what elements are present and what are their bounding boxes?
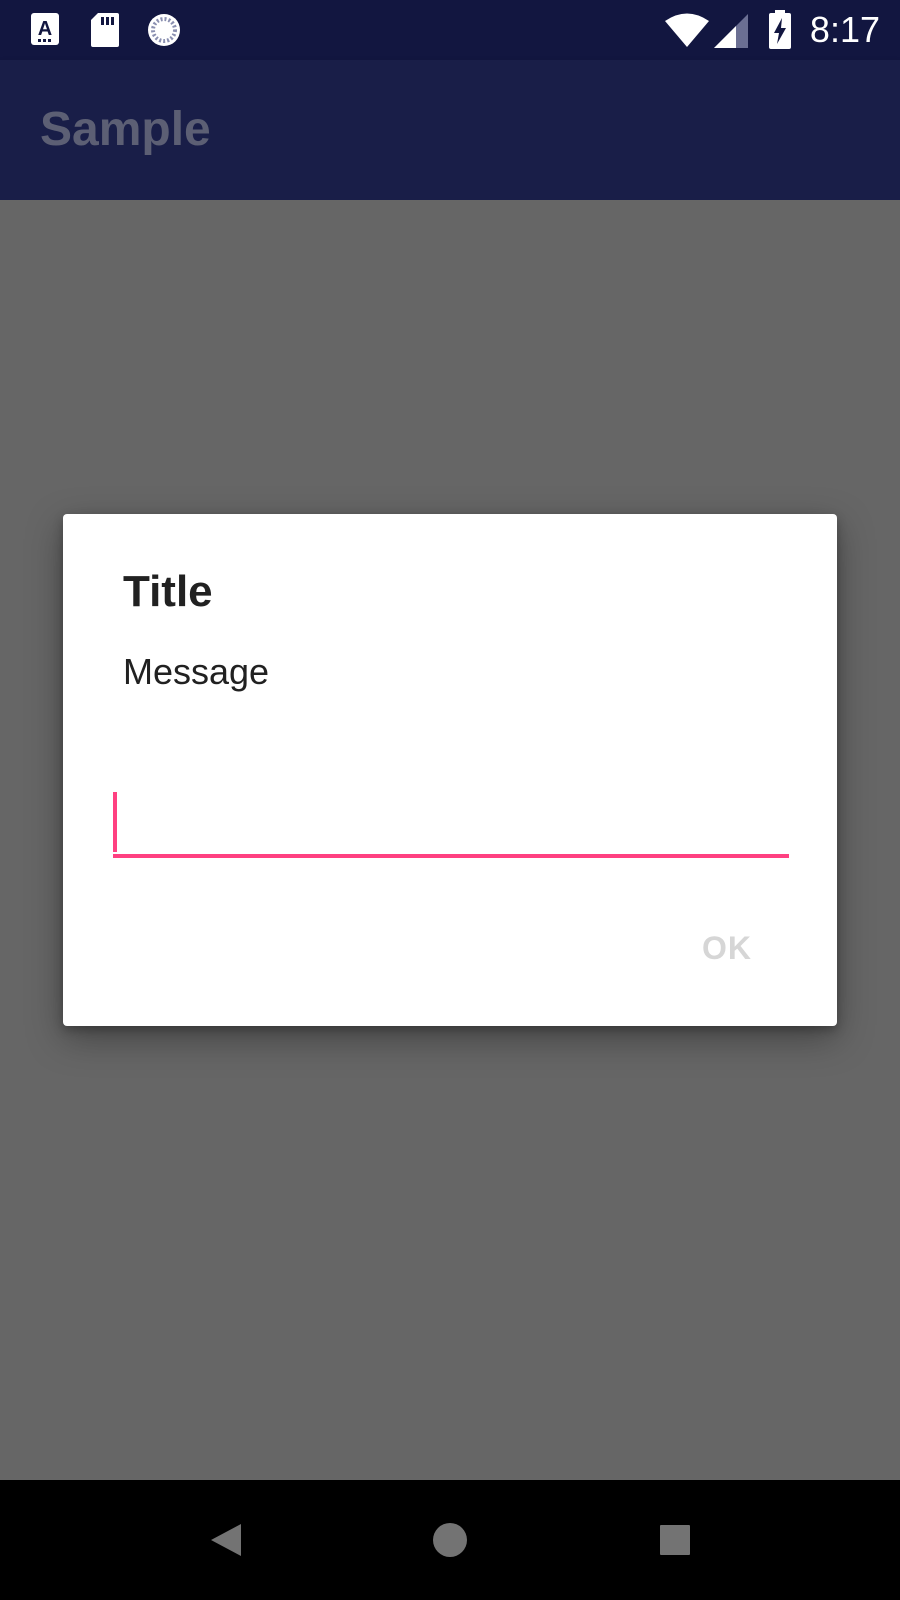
ok-button[interactable]: OK	[677, 918, 777, 978]
font-a-icon: A	[31, 13, 59, 45]
wifi-icon	[665, 13, 709, 47]
alert-dialog: Title Message OK	[63, 514, 837, 1026]
status-time: 8:17	[809, 9, 880, 50]
status-bar: A 8:17	[0, 0, 900, 60]
sync-spinner-icon	[148, 14, 180, 46]
home-icon[interactable]	[420, 1510, 480, 1570]
dialog-title: Title	[123, 567, 213, 616]
back-icon[interactable]	[195, 1510, 255, 1570]
sd-card-icon	[91, 13, 119, 47]
dialog-message: Message	[123, 651, 270, 692]
app-bar: Sample	[0, 60, 900, 200]
battery-charging-icon	[769, 10, 791, 49]
text-cursor	[113, 792, 117, 852]
cell-signal-icon	[714, 14, 748, 48]
recents-icon[interactable]	[645, 1510, 705, 1570]
svg-text:A: A	[38, 18, 52, 40]
navigation-bar	[0, 1480, 900, 1600]
dialog-text-input[interactable]	[113, 790, 789, 858]
app-title: Sample	[40, 103, 211, 156]
